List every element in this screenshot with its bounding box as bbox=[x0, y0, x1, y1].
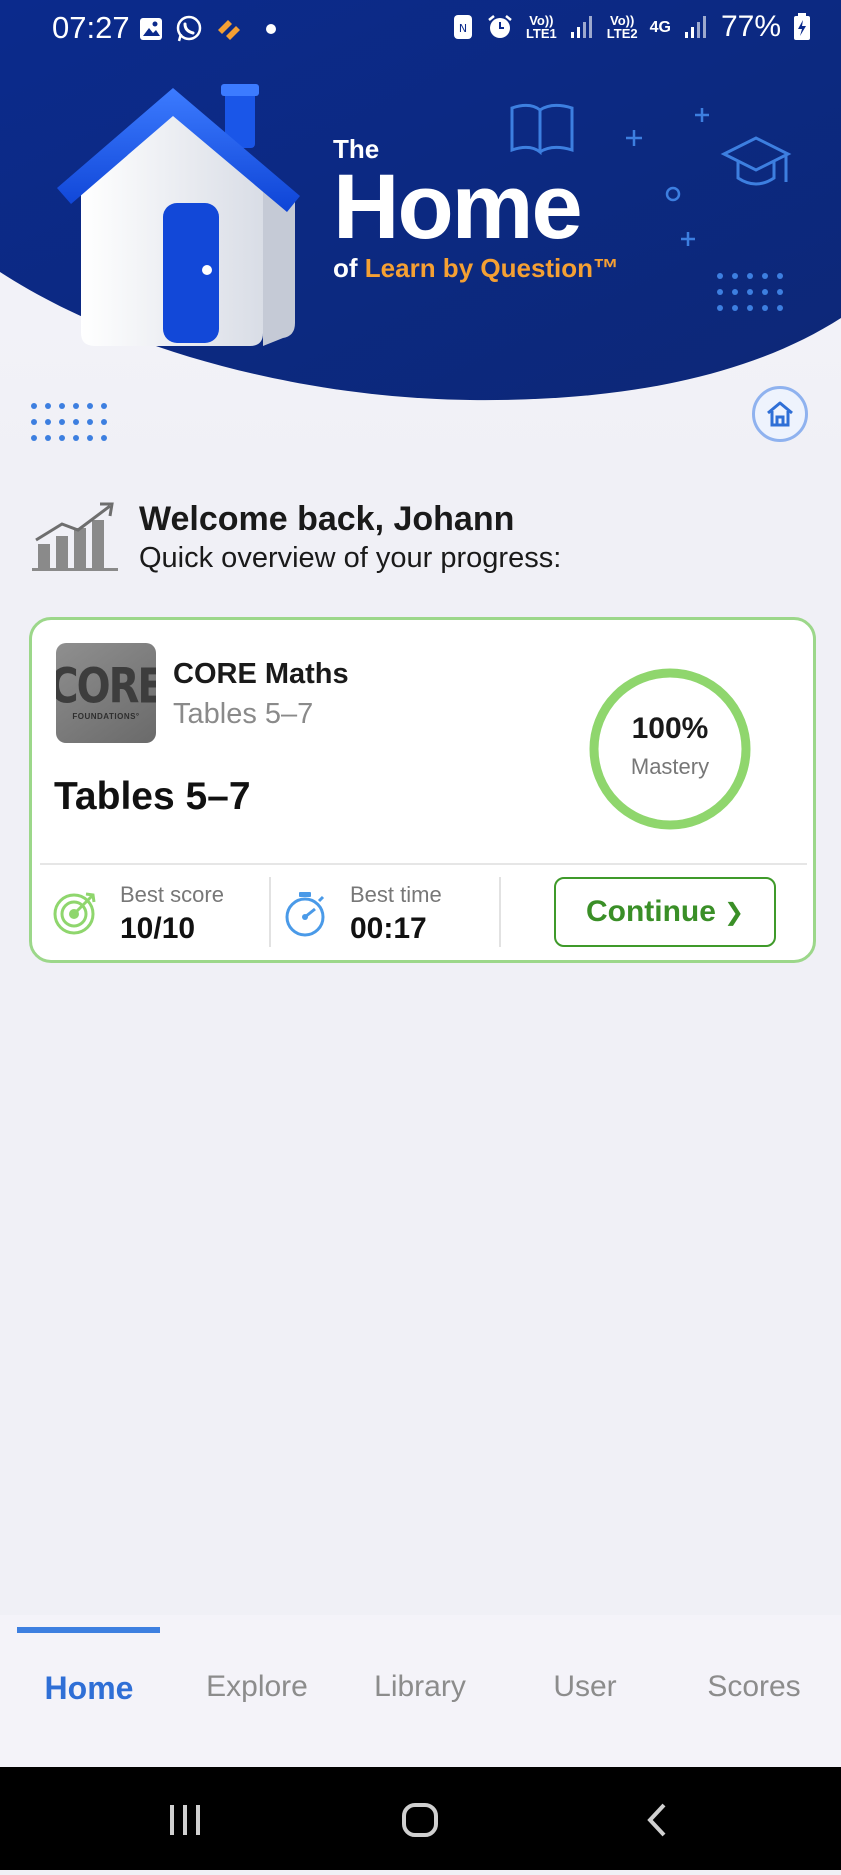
best-time-stat: Best time 00:17 bbox=[282, 878, 482, 952]
plus-icon bbox=[626, 108, 709, 246]
course-progress-card[interactable]: CORE FOUNDATIONS° CORE Maths Tables 5–7 … bbox=[29, 617, 816, 963]
brand-home: Home bbox=[333, 156, 583, 258]
course-thumbnail: CORE FOUNDATIONS° bbox=[56, 643, 156, 743]
mastery-ring-fill bbox=[589, 668, 751, 830]
circle-deco-icon bbox=[665, 186, 681, 202]
welcome-section: Welcome back, Johann Quick overview of y… bbox=[32, 500, 812, 580]
home-icon bbox=[767, 401, 793, 427]
best-score-stat: Best score 10/10 bbox=[52, 878, 252, 952]
stopwatch-icon bbox=[285, 892, 325, 937]
tab-user[interactable]: User bbox=[510, 1670, 660, 1704]
best-score-label: Best score bbox=[120, 882, 224, 907]
tab-scores[interactable]: Scores bbox=[679, 1670, 829, 1704]
back-icon[interactable] bbox=[647, 1803, 666, 1837]
tab-library[interactable]: Library bbox=[345, 1670, 495, 1704]
mastery-percent: 100% bbox=[631, 712, 709, 745]
active-tab-indicator bbox=[17, 1627, 160, 1633]
home-circle-icon[interactable] bbox=[402, 1803, 438, 1837]
welcome-subtitle: Quick overview of your progress: bbox=[139, 542, 562, 574]
target-icon bbox=[53, 892, 96, 935]
best-score-value: 10/10 bbox=[120, 912, 196, 945]
bottom-navigation: Home Explore Library User Scores bbox=[0, 1615, 841, 1767]
stat-divider bbox=[269, 877, 271, 947]
course-thumbnail-logo: CORE bbox=[56, 658, 156, 715]
dot-grid-icon bbox=[717, 273, 783, 311]
course-subtitle: Tables 5–7 bbox=[173, 698, 314, 730]
brand-tagline-accent: Learn by Question™ bbox=[364, 253, 620, 283]
system-nav-buttons bbox=[170, 1803, 666, 1837]
mastery-ring bbox=[589, 668, 751, 830]
graduation-cap-icon bbox=[720, 136, 792, 186]
recent-apps-icon[interactable] bbox=[170, 1805, 200, 1835]
tab-explore[interactable]: Explore bbox=[182, 1670, 332, 1704]
home-shortcut-button[interactable] bbox=[752, 386, 808, 442]
progress-chart-icon bbox=[32, 502, 118, 571]
system-navigation-bar bbox=[0, 1767, 841, 1870]
chevron-right-icon: ❯ bbox=[723, 898, 745, 926]
hero-header: 07:27 N Vo)) LTE1 Vo)) LTE2 4G 77% The H… bbox=[0, 0, 841, 480]
welcome-title: Welcome back, Johann bbox=[139, 500, 515, 538]
brand-wordmark: The Home of Learn by Question™ bbox=[333, 134, 619, 284]
card-divider bbox=[40, 863, 807, 865]
continue-button[interactable]: Continue ❯ bbox=[554, 877, 776, 947]
mastery-label: Mastery bbox=[630, 754, 710, 779]
stat-divider bbox=[499, 877, 501, 947]
best-time-label: Best time bbox=[350, 882, 442, 907]
dot-grid-icon bbox=[31, 403, 107, 441]
continue-label: Continue bbox=[585, 895, 716, 928]
tab-home[interactable]: Home bbox=[14, 1670, 164, 1707]
brand-tagline: of Learn by Question™ bbox=[333, 253, 620, 283]
topic-title: Tables 5–7 bbox=[54, 775, 251, 818]
best-time-value: 00:17 bbox=[350, 912, 427, 945]
house-logo-icon bbox=[57, 84, 300, 346]
mastery-gauge: 100% Mastery bbox=[585, 664, 755, 834]
course-name: CORE Maths bbox=[173, 658, 349, 690]
